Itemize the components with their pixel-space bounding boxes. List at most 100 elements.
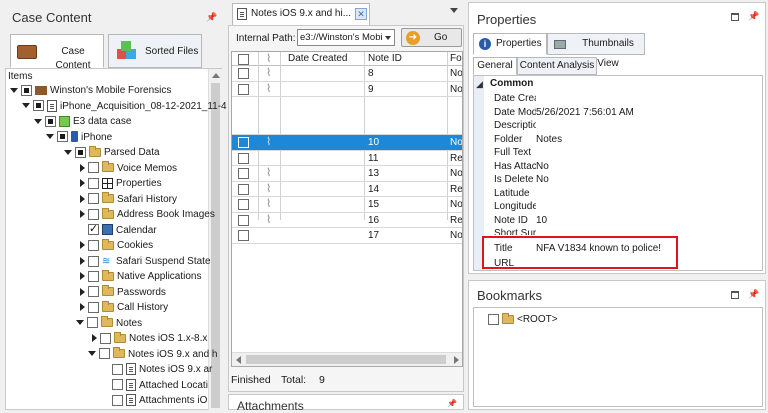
checkbox[interactable]	[488, 313, 499, 325]
tab-case-content[interactable]: Case Content	[10, 34, 104, 71]
row-checkbox[interactable]	[238, 199, 249, 210]
grid-hscroll-thumb[interactable]	[246, 355, 446, 364]
property-row[interactable]: Latitude	[494, 187, 536, 201]
tree-node[interactable]: Attached Locati	[112, 378, 211, 393]
property-row[interactable]: Short Sur	[494, 227, 536, 235]
tree-node[interactable]: Native Applications	[80, 269, 205, 284]
tab-thumbnails-view[interactable]: Thumbnails View	[547, 33, 645, 69]
checkbox[interactable]	[33, 100, 44, 112]
checkbox[interactable]	[112, 394, 123, 406]
tree-node[interactable]: Address Book Images	[80, 207, 218, 222]
property-row[interactable]: Is Delete No	[494, 173, 549, 187]
checkbox[interactable]	[112, 379, 123, 391]
table-row[interactable]: ⌇ 9 Not	[232, 82, 462, 97]
table-row[interactable]: ⌇ 8 Not	[232, 66, 462, 82]
tree-node[interactable]: Passwords	[80, 285, 169, 300]
checkbox[interactable]	[88, 286, 99, 298]
expand-right-icon[interactable]	[80, 272, 85, 281]
row-checkbox[interactable]	[238, 168, 249, 179]
tree-node[interactable]: Parsed Data	[64, 145, 163, 160]
tree-node[interactable]: iPhone	[46, 130, 115, 145]
select-all-checkbox[interactable]	[238, 54, 249, 65]
expand-right-icon[interactable]	[80, 287, 85, 296]
pin-icon[interactable]: 📌	[748, 289, 759, 300]
checkbox[interactable]	[88, 255, 99, 267]
table-row-selected[interactable]: ⌇ 10 Not	[232, 135, 462, 151]
attachments-pin-icon[interactable]: 📌	[447, 399, 457, 408]
row-checkbox[interactable]	[238, 230, 249, 241]
property-row[interactable]: Date Mod5/26/2021 7:56:01 AM	[494, 106, 634, 120]
expand-right-icon[interactable]	[80, 179, 85, 188]
notes-grid[interactable]: ⌇ Date Created Note ID Fold ⌇8Not ⌇9Not …	[231, 51, 463, 367]
tree-node[interactable]: Attachments iO	[112, 393, 210, 408]
chevron-down-icon[interactable]	[385, 36, 391, 40]
row-checkbox[interactable]	[238, 68, 249, 79]
pin-icon[interactable]: 📌	[206, 12, 217, 23]
expand-right-icon[interactable]	[80, 163, 85, 172]
checkbox[interactable]	[88, 222, 99, 237]
expand-right-icon[interactable]	[80, 241, 85, 250]
expand-down-icon[interactable]	[46, 134, 54, 140]
restore-window-icon[interactable]	[731, 291, 739, 299]
subtab-content-analysis[interactable]: Content Analysis	[517, 57, 597, 75]
table-row[interactable]: ⌇ 15 Not	[232, 197, 462, 213]
checkbox[interactable]	[88, 208, 99, 220]
restore-window-icon[interactable]	[731, 13, 739, 21]
expand-right-icon[interactable]	[80, 257, 85, 265]
row-checkbox[interactable]	[238, 214, 249, 226]
checkbox[interactable]	[45, 115, 56, 127]
tree-node[interactable]: Safari History	[80, 192, 180, 207]
pin-icon[interactable]: 📌	[748, 11, 759, 22]
property-row[interactable]: Has AttacNo	[494, 160, 549, 174]
tree-node[interactable]: Call History	[80, 300, 171, 315]
tab-dropdown-icon[interactable]	[450, 8, 458, 13]
tree-node[interactable]: Cookies	[80, 238, 156, 253]
property-row[interactable]: Date Crea	[494, 92, 536, 106]
checkbox[interactable]	[88, 193, 99, 205]
go-button[interactable]: ➔ Go	[401, 28, 462, 47]
expand-down-icon[interactable]	[64, 149, 72, 155]
expand-right-icon[interactable]	[92, 334, 97, 343]
checkbox[interactable]	[88, 177, 99, 189]
property-row[interactable]: Longitude	[494, 200, 536, 214]
tree-node[interactable]: Calendar	[80, 222, 160, 238]
column-note-id[interactable]: Note ID	[368, 53, 402, 64]
bookmark-root-node[interactable]: <ROOT>	[488, 312, 561, 327]
property-row[interactable]: Full Text	[494, 146, 536, 160]
row-checkbox[interactable]	[238, 137, 249, 148]
tree-node[interactable]: Winston's Mobile Forensics	[10, 83, 174, 98]
tree-node[interactable]: Notes iOS 9.x and h	[88, 347, 221, 362]
row-checkbox[interactable]	[238, 83, 249, 95]
tab-sorted-files[interactable]: Sorted Files	[108, 34, 202, 68]
expand-down-icon[interactable]	[10, 87, 18, 93]
expand-down-icon[interactable]	[22, 103, 30, 109]
checkbox[interactable]	[100, 332, 111, 344]
collapse-section-icon[interactable]: ◢	[476, 79, 483, 90]
checkbox[interactable]	[87, 317, 98, 329]
table-row[interactable]: 11 Rec	[232, 151, 462, 166]
grid-hscrollbar[interactable]	[232, 352, 462, 366]
checkbox[interactable]	[88, 239, 99, 251]
tab-properties[interactable]: i Properties	[473, 33, 547, 55]
tree-node[interactable]: Voice Memos	[80, 161, 180, 176]
table-row[interactable]: ⌇ 16 Rec	[232, 213, 462, 228]
table-row[interactable]: ⌇ 13 Not	[232, 166, 462, 182]
checkbox[interactable]	[88, 301, 99, 313]
checkbox[interactable]	[21, 84, 32, 96]
bookmark-tree[interactable]: <ROOT>	[473, 307, 763, 407]
tree-node[interactable]: Notes iOS 1.x-8.x	[92, 331, 210, 346]
scroll-right-icon[interactable]	[454, 356, 459, 364]
column-folder[interactable]: Fold	[450, 53, 462, 64]
tree-node[interactable]: iPhone_Acquisition_08-12-2021_11-4	[22, 99, 230, 114]
checkbox[interactable]	[75, 146, 86, 158]
row-checkbox[interactable]	[238, 152, 249, 164]
expand-right-icon[interactable]	[80, 303, 85, 312]
tree-node[interactable]: E3 data case	[34, 114, 134, 129]
expand-right-icon[interactable]	[80, 210, 85, 219]
row-checkbox[interactable]	[238, 183, 249, 195]
item-tree[interactable]: Items Winston's Mobile Forensics iPhone_…	[5, 68, 227, 410]
property-grid[interactable]: ◢ Common Date Crea Date Mod5/26/2021 7:5…	[473, 75, 763, 271]
expand-right-icon[interactable]	[80, 194, 85, 203]
subtab-general[interactable]: General	[473, 57, 517, 75]
internal-path-select[interactable]: e3://Winston's Mobi	[297, 29, 395, 46]
